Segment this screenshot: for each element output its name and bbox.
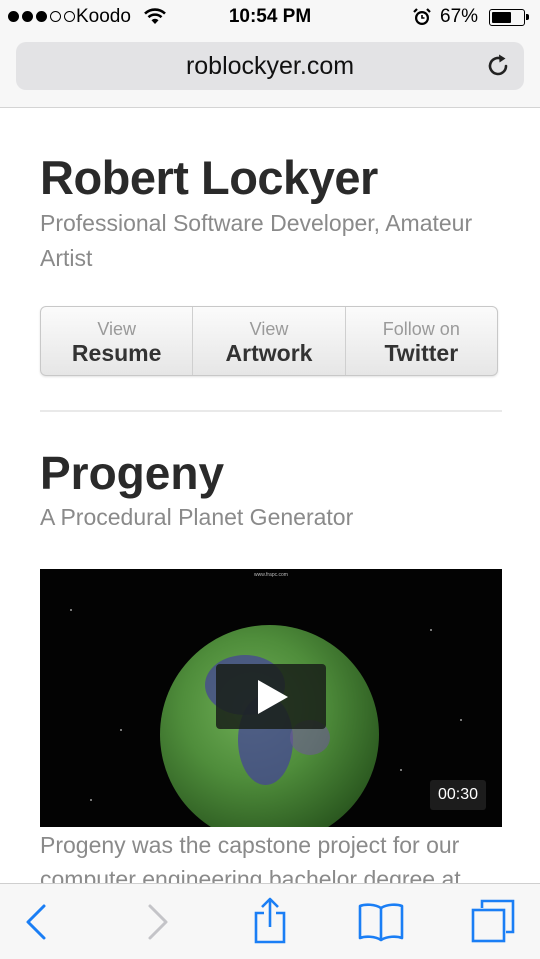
back-icon[interactable] xyxy=(22,902,52,942)
play-icon xyxy=(258,680,288,714)
video-duration: 00:30 xyxy=(430,780,486,810)
button-label: Resume xyxy=(71,340,162,366)
button-caption: Follow on xyxy=(382,319,460,339)
battery-percent: 67% xyxy=(440,6,479,27)
follow-twitter-button[interactable]: Follow on Twitter xyxy=(346,307,497,375)
video-header-text: www.frapc.com xyxy=(254,572,288,578)
project-title: Progeny xyxy=(40,447,225,499)
address-bar[interactable]: roblockyer.com xyxy=(16,42,524,90)
alarm-clock-icon xyxy=(413,8,431,25)
url-text: roblockyer.com xyxy=(185,52,355,80)
link-button-group: View Resume View Artwork Follow on Twitt… xyxy=(40,306,498,376)
video-player[interactable]: www.frapc.com 00:30 xyxy=(40,569,502,827)
play-button[interactable] xyxy=(216,664,326,729)
status-bar: Koodo 10:54 PM 67% xyxy=(0,0,540,34)
reload-icon[interactable] xyxy=(484,52,512,80)
battery-icon xyxy=(489,9,529,26)
button-caption: View xyxy=(249,319,289,339)
share-icon[interactable] xyxy=(250,896,290,944)
button-label: Twitter xyxy=(384,340,459,366)
button-caption: View xyxy=(97,319,137,339)
section-divider xyxy=(40,410,502,412)
view-resume-button[interactable]: View Resume xyxy=(41,307,194,375)
bookmarks-icon[interactable] xyxy=(357,902,405,944)
page-title: Robert Lockyer xyxy=(40,151,378,204)
browser-top-bar: Koodo 10:54 PM 67% roblockyer.com xyxy=(0,0,540,108)
forward-icon[interactable] xyxy=(142,902,172,942)
button-label: Artwork xyxy=(225,340,313,366)
view-artwork-button[interactable]: View Artwork xyxy=(193,307,346,375)
browser-toolbar xyxy=(0,883,540,959)
tabs-icon[interactable] xyxy=(470,898,516,944)
project-subtitle: A Procedural Planet Generator xyxy=(40,504,354,530)
page-tagline: Professional Software Developer, Amateur… xyxy=(40,210,473,271)
